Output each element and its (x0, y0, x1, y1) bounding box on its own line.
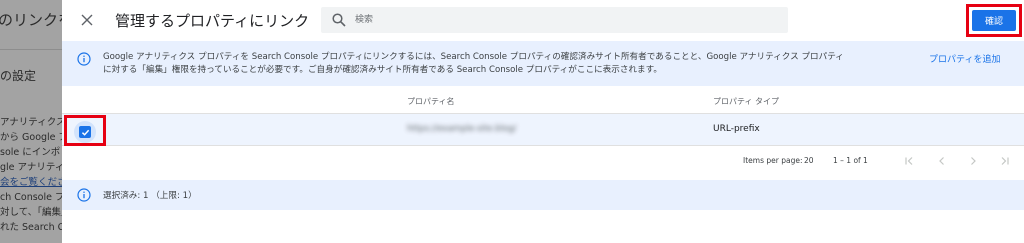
paginator: Items per page: 20 1 – 1 of 1 (62, 147, 1024, 177)
confirm-button[interactable]: 確認 (972, 10, 1016, 31)
first-page-icon (905, 157, 913, 165)
background-text: アナリティクス プ から Google ア sole にインポ gle アナリテ… (0, 115, 62, 235)
search-box[interactable] (321, 7, 788, 33)
dialog-footer-space (62, 210, 1024, 243)
info-icon (77, 188, 91, 202)
info-banner: Google アナリティクス プロパティを Search Console プロパ… (62, 41, 1024, 86)
page-range-label: 1 – 1 of 1 (833, 156, 868, 165)
search-icon (332, 13, 346, 27)
link-property-dialog: 管理するプロパティにリンク 確認 Google アナリティクス プロパティを S… (62, 0, 1024, 243)
property-name: https://example-site.blog/ (407, 124, 517, 134)
search-input[interactable] (355, 7, 775, 33)
background-line: sole にインポ (0, 147, 61, 158)
background-divider (0, 49, 62, 50)
property-type: URL-prefix (713, 124, 760, 134)
background-line: れた Search Co (0, 222, 62, 233)
info-text: Google アナリティクス プロパティを Search Console プロパ… (103, 51, 913, 77)
items-per-page-label: Items per page: (743, 156, 803, 165)
dialog-header: 管理するプロパティにリンク 確認 (62, 0, 1024, 40)
chevron-right-icon (971, 157, 976, 165)
next-page-button[interactable] (967, 155, 979, 167)
column-header-property-name: プロパティ名 (407, 97, 455, 106)
table-header: プロパティ名 プロパティ タイプ (62, 90, 1024, 114)
close-icon (81, 14, 93, 26)
last-page-icon (1001, 157, 1009, 165)
row-checkbox[interactable] (79, 126, 91, 138)
info-text-line: に対する「編集」権限を持っていることが必要です。ご自身が確認済みサイト所有者であ… (103, 65, 662, 75)
first-page-button[interactable] (903, 155, 915, 167)
background-settings-label: の設定 (0, 69, 37, 83)
background-line: アナリティクス プ (0, 117, 62, 128)
close-button[interactable] (76, 9, 98, 31)
items-per-page-select[interactable]: 20 (804, 156, 814, 165)
selection-count: 選択済み: 1 （上限: 1） (103, 191, 197, 201)
selection-status-bar: 選択済み: 1 （上限: 1） (62, 180, 1024, 210)
confirm-highlight: 確認 (966, 4, 1022, 37)
background-page-title: のリンクを (0, 11, 62, 29)
dialog-title: 管理するプロパティにリンク (115, 12, 310, 30)
add-property-link[interactable]: プロパティを追加 (929, 52, 1000, 65)
previous-page-button[interactable] (936, 155, 948, 167)
background-page: のリンクを の設定 アナリティクス プ から Google ア sole にイン… (0, 0, 62, 243)
info-icon (77, 52, 91, 66)
background-line: 対して、「編集」 (0, 207, 62, 218)
check-icon (81, 129, 89, 136)
chevron-left-icon (939, 157, 944, 165)
column-header-property-type: プロパティ タイプ (713, 97, 780, 106)
background-line: から Google ア (0, 132, 62, 143)
background-line: ch Console プ (0, 192, 62, 203)
checkbox-highlight (64, 115, 106, 146)
table-row[interactable]: https://example-site.blog/ URL-prefix (62, 114, 1024, 146)
background-line: 会をご覧くださ (0, 177, 62, 188)
last-page-button[interactable] (999, 155, 1011, 167)
background-line: gle アナリティ (0, 162, 62, 173)
info-text-line: Google アナリティクス プロパティを Search Console プロパ… (103, 52, 844, 62)
